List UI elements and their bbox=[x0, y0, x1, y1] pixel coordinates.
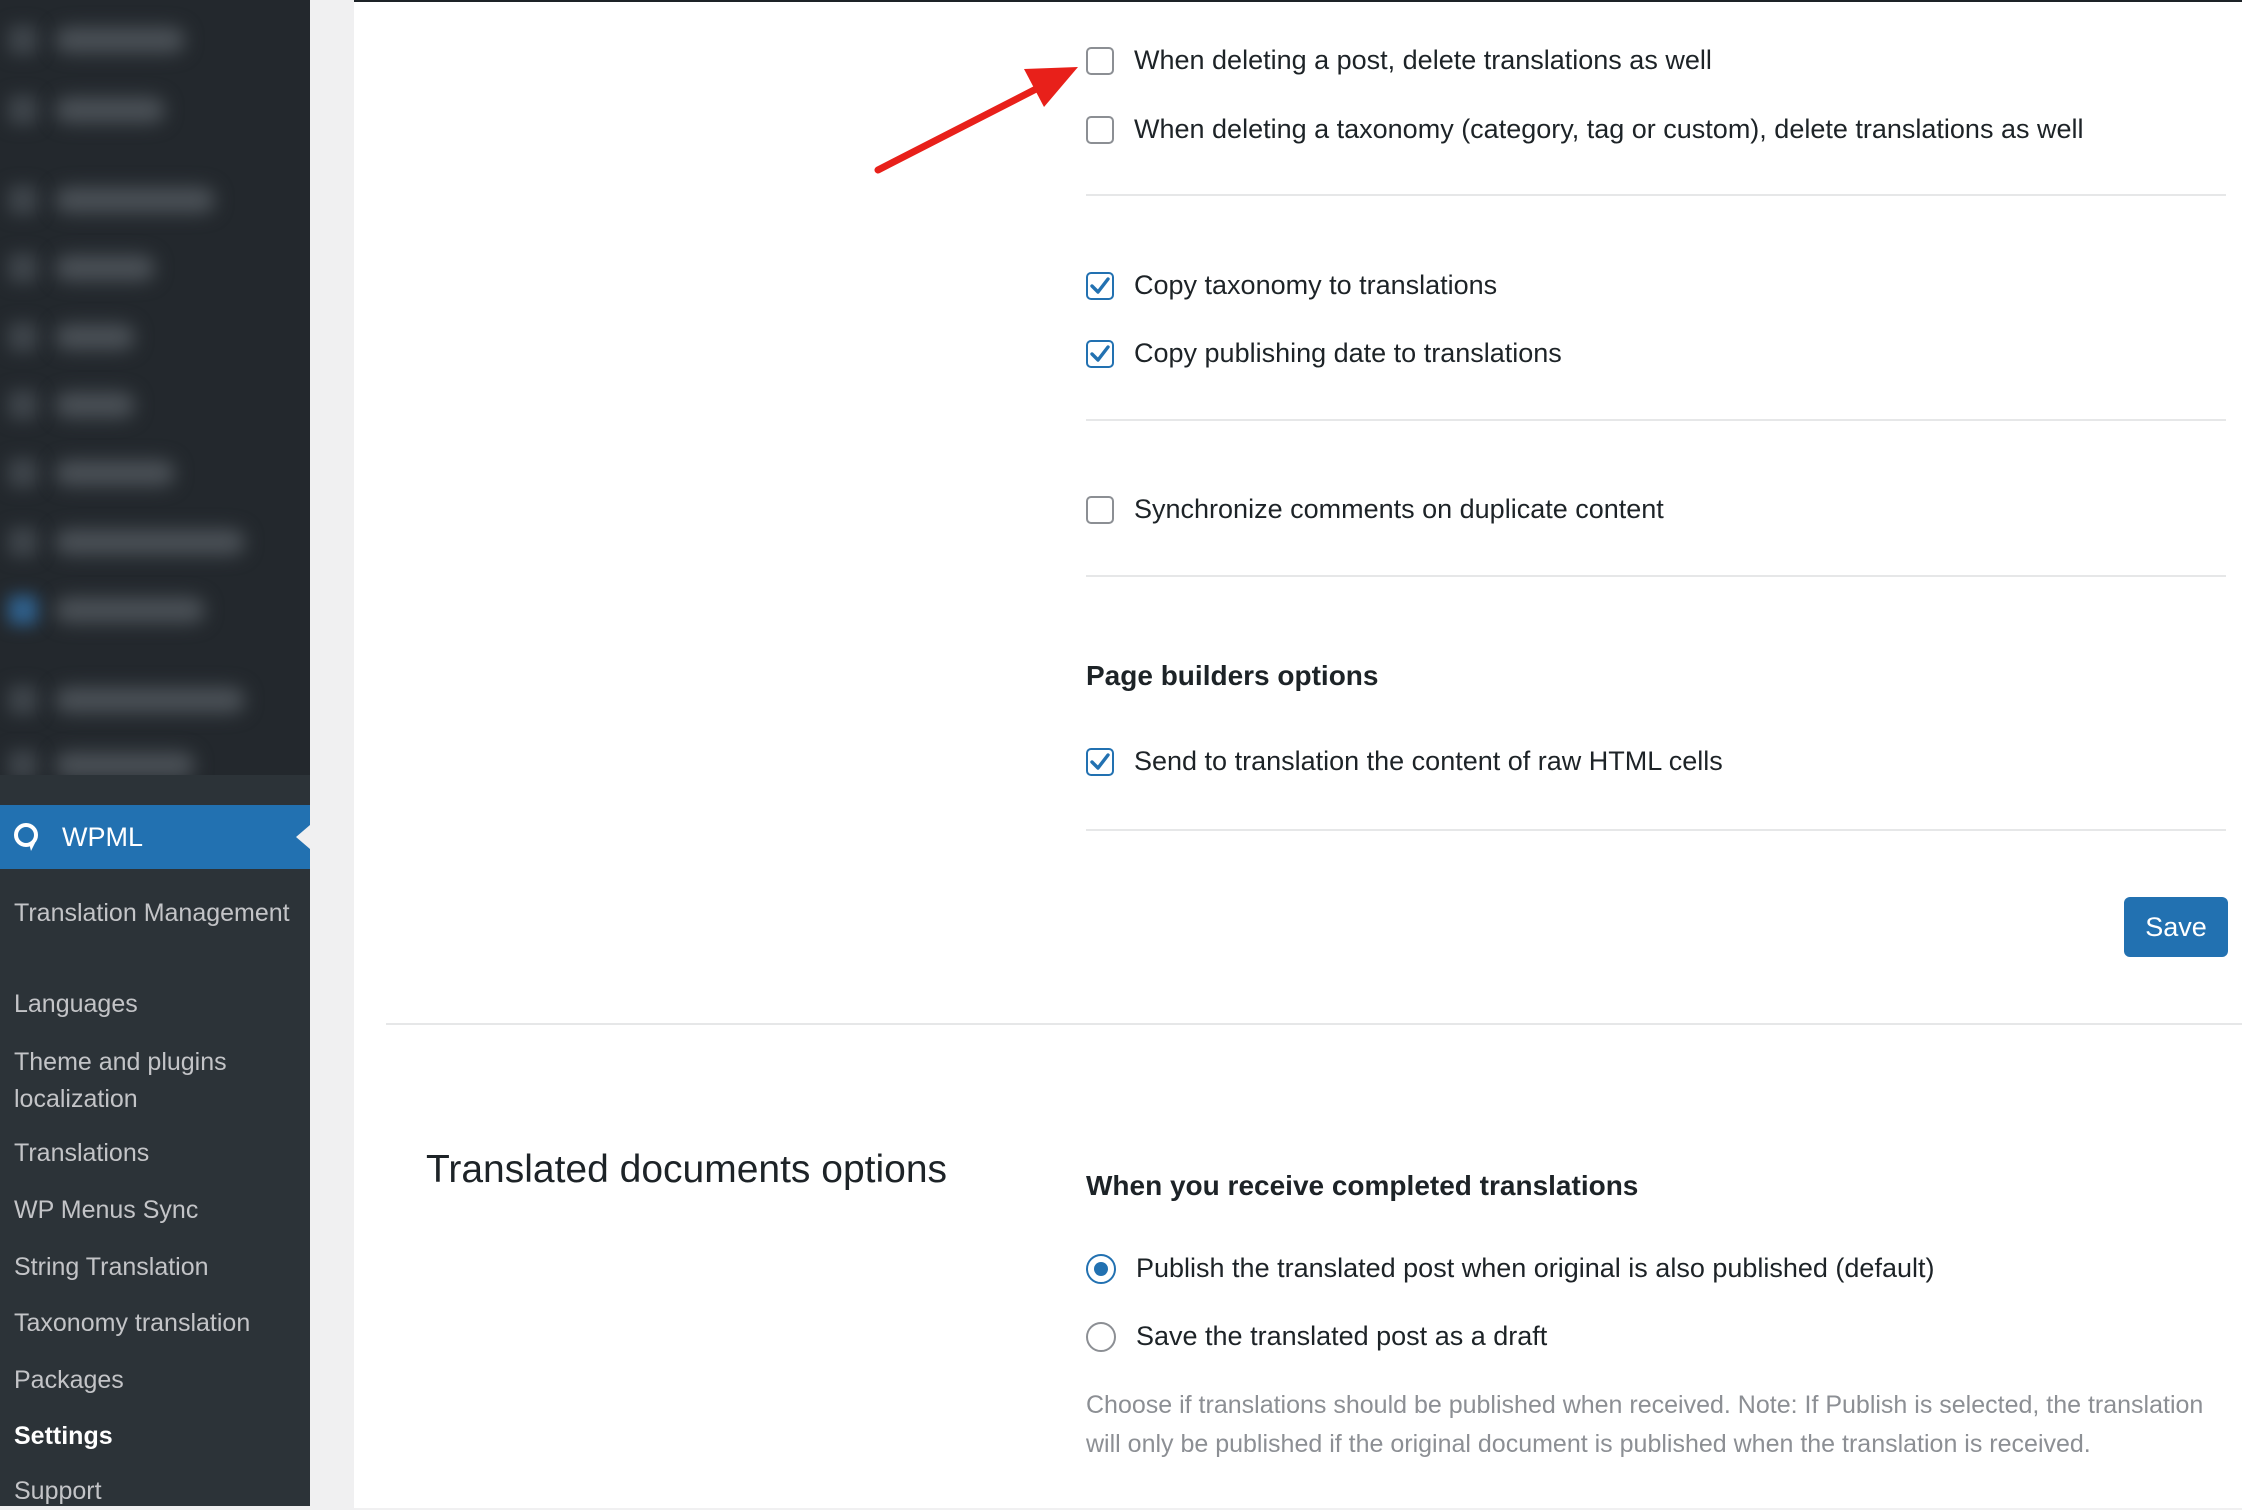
raw-html-option[interactable]: Send to translation the content of raw H… bbox=[1086, 746, 1723, 777]
copy-publishing-date-label: Copy publishing date to translations bbox=[1134, 338, 1562, 368]
divider bbox=[1086, 419, 2226, 421]
delete-taxonomy-translations-option[interactable]: When deleting a taxonomy (category, tag … bbox=[1086, 114, 2083, 145]
delete-taxonomy-translations-label: When deleting a taxonomy (category, tag … bbox=[1134, 114, 2084, 144]
submenu-item-wp-menus-sync[interactable]: WP Menus Sync bbox=[14, 1192, 294, 1229]
sidebar-item-label: WPML bbox=[62, 821, 143, 852]
submenu-item-taxonomy-translation[interactable]: Taxonomy translation bbox=[14, 1305, 294, 1342]
submenu-item-translations[interactable]: Translations bbox=[14, 1135, 294, 1172]
draft-option[interactable]: Save the translated post as a draft bbox=[1086, 1321, 1547, 1352]
copy-taxonomy-label: Copy taxonomy to translations bbox=[1134, 270, 1498, 300]
submenu-item-settings[interactable]: Settings bbox=[14, 1418, 294, 1455]
divider bbox=[1086, 575, 2226, 577]
wpml-submenu: Translation Management Languages Theme a… bbox=[0, 869, 310, 1506]
submenu-item-theme-plugins-localization[interactable]: Theme and plugins localization bbox=[14, 1044, 294, 1118]
checkmark-icon bbox=[1090, 276, 1110, 294]
raw-html-label: Send to translation the content of raw H… bbox=[1134, 746, 1723, 776]
radio-dot-icon bbox=[1094, 1261, 1108, 1276]
delete-post-translations-checkbox[interactable] bbox=[1086, 46, 1114, 75]
delete-post-translations-option[interactable]: When deleting a post, delete translation… bbox=[1086, 45, 1712, 76]
divider bbox=[1086, 829, 2226, 831]
publish-option[interactable]: Publish the translated post when origina… bbox=[1086, 1253, 1934, 1284]
divider bbox=[1086, 194, 2226, 196]
section-divider bbox=[386, 1023, 2242, 1025]
copy-publishing-date-option[interactable]: Copy publishing date to translations bbox=[1086, 338, 1562, 369]
active-menu-notch bbox=[296, 825, 310, 849]
sync-comments-label: Synchronize comments on duplicate conten… bbox=[1134, 494, 1664, 524]
completed-translations-heading: When you receive completed translations bbox=[1086, 1170, 1639, 1201]
draft-label: Save the translated post as a draft bbox=[1136, 1321, 1548, 1351]
checkmark-icon bbox=[1090, 344, 1110, 362]
submenu-item-string-translation[interactable]: String Translation bbox=[14, 1249, 294, 1286]
draft-radio[interactable] bbox=[1086, 1321, 1116, 1352]
copy-taxonomy-option[interactable]: Copy taxonomy to translations bbox=[1086, 270, 1497, 301]
sync-comments-checkbox[interactable] bbox=[1086, 495, 1114, 524]
sidebar-item-wpml[interactable]: WPML bbox=[0, 805, 310, 869]
sync-comments-option[interactable]: Synchronize comments on duplicate conten… bbox=[1086, 494, 1664, 525]
delete-post-translations-label: When deleting a post, delete translation… bbox=[1134, 45, 1712, 75]
publish-label: Publish the translated post when origina… bbox=[1136, 1253, 1935, 1283]
publish-help-text: Choose if translations should be publish… bbox=[1086, 1391, 2204, 1458]
save-button[interactable]: Save bbox=[2124, 897, 2228, 957]
copy-taxonomy-checkbox[interactable] bbox=[1086, 271, 1114, 300]
raw-html-checkbox[interactable] bbox=[1086, 747, 1114, 776]
submenu-item-translation-management[interactable]: Translation Management bbox=[14, 895, 294, 932]
delete-taxonomy-translations-checkbox[interactable] bbox=[1086, 115, 1114, 144]
admin-sidebar: WPML Translation Management Languages Th… bbox=[0, 0, 310, 1506]
submenu-item-packages[interactable]: Packages bbox=[14, 1362, 294, 1399]
checkmark-icon bbox=[1090, 752, 1110, 770]
copy-publishing-date-checkbox[interactable] bbox=[1086, 339, 1114, 368]
wpml-logo-icon bbox=[10, 820, 44, 854]
publish-radio[interactable] bbox=[1086, 1253, 1116, 1284]
submenu-item-support[interactable]: Support bbox=[14, 1473, 294, 1510]
translated-documents-title: Translated documents options bbox=[426, 1148, 948, 1191]
blurred-admin-menu bbox=[0, 0, 310, 780]
submenu-item-languages[interactable]: Languages bbox=[14, 986, 294, 1023]
sidebar-divider bbox=[0, 775, 310, 805]
annotation-arrow-icon bbox=[874, 67, 1078, 174]
page-builders-heading: Page builders options bbox=[1086, 660, 1379, 691]
